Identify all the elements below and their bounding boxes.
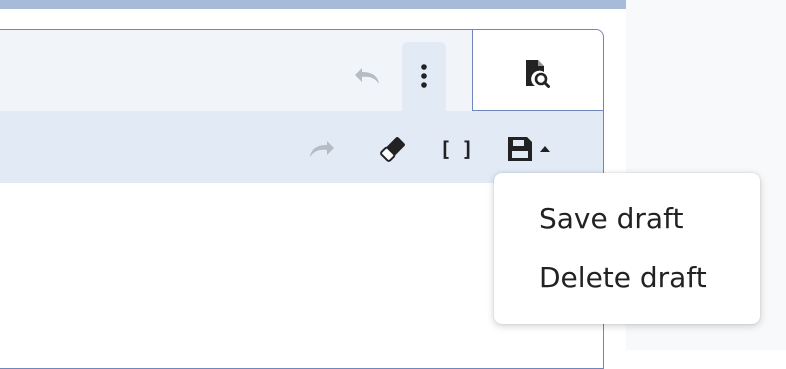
- redo-icon: [307, 138, 337, 160]
- menu-item-save-draft[interactable]: Save draft: [539, 199, 683, 239]
- more-button[interactable]: [406, 58, 442, 94]
- redo-button[interactable]: [304, 131, 340, 167]
- brackets-button[interactable]: [ ]: [438, 131, 474, 167]
- undo-icon: [352, 65, 382, 87]
- file-search-icon: [524, 59, 550, 89]
- undo-button[interactable]: [349, 58, 385, 94]
- more-vertical-icon: [420, 63, 428, 89]
- save-icon: [506, 135, 534, 163]
- brackets-icon: [ ]: [439, 137, 473, 161]
- menu-item-delete-draft[interactable]: Delete draft: [539, 258, 707, 298]
- eraser-button[interactable]: [375, 131, 411, 167]
- save-menu-button[interactable]: [501, 131, 555, 167]
- save-dropdown-menu: Save draft Delete draft: [494, 173, 760, 324]
- preview-pane: [472, 30, 603, 111]
- caret-up-icon: [540, 145, 550, 153]
- top-band: [0, 0, 626, 9]
- eraser-icon: [378, 136, 408, 162]
- preview-button[interactable]: [519, 56, 555, 92]
